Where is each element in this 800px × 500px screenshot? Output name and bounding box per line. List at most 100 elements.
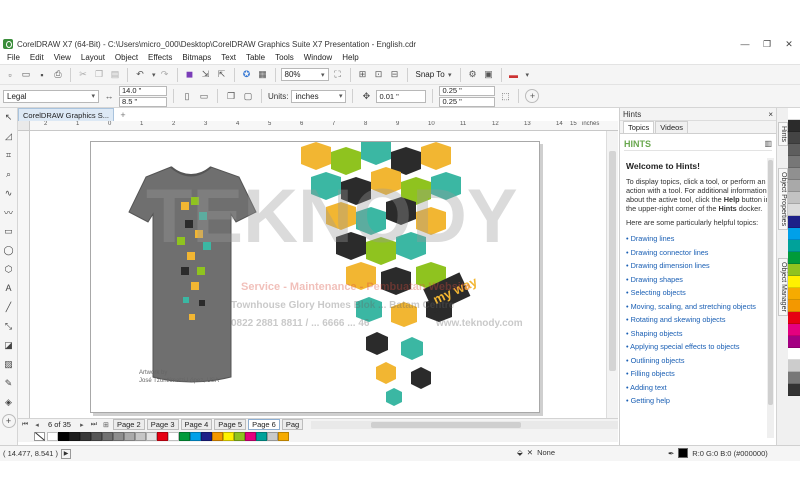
play-icon[interactable]: ▶ — [61, 448, 71, 459]
parallel-dimension-tool-icon[interactable]: ╱ — [2, 300, 16, 314]
import-icon[interactable]: ⇲ — [199, 68, 213, 82]
page-tab[interactable]: Page 5 — [214, 419, 247, 430]
landscape-icon[interactable]: ▭ — [197, 89, 211, 103]
color-swatch[interactable] — [212, 431, 223, 441]
color-swatch[interactable] — [245, 431, 256, 441]
undo-icon[interactable]: ↶ — [133, 68, 147, 82]
paper-size-select[interactable]: Legal ▾ — [3, 89, 99, 103]
docker-scrollbar[interactable] — [767, 158, 774, 438]
paste-icon[interactable]: ▤ — [108, 68, 122, 82]
color-swatch[interactable] — [788, 264, 800, 276]
hint-topic-link[interactable]: • Applying special effects to objects — [626, 340, 770, 354]
copy-icon[interactable]: ❐ — [92, 68, 106, 82]
horizontal-ruler[interactable]: 2 1 0 1 2 3 4 5 6 7 8 9 10 11 12 13 14 1… — [30, 121, 618, 131]
undo-dropdown-icon[interactable]: ▾ — [152, 71, 156, 79]
add-tool-icon[interactable]: + — [1, 414, 16, 428]
color-swatch[interactable] — [124, 431, 135, 441]
hint-topic-link[interactable]: • Outlining objects — [626, 354, 770, 368]
scrollbar-thumb[interactable] — [609, 151, 616, 371]
color-swatch[interactable] — [788, 120, 800, 132]
ruler-origin[interactable] — [18, 121, 30, 131]
show-guidelines-icon[interactable]: ⊟ — [388, 68, 402, 82]
hint-topic-link[interactable]: • Moving, scaling, and stretching object… — [626, 300, 770, 314]
chevron-down-icon[interactable]: ▾ — [526, 71, 530, 79]
color-swatch[interactable] — [234, 431, 245, 441]
color-swatch[interactable] — [168, 431, 179, 441]
current-page-icon[interactable]: ▢ — [241, 89, 255, 103]
options-icon[interactable]: ⚙ — [466, 68, 480, 82]
color-swatch[interactable] — [102, 431, 113, 441]
first-page-icon[interactable]: ⏮ — [20, 421, 30, 429]
side-tab-object-manager[interactable]: Object Manager — [778, 258, 788, 316]
color-swatch[interactable] — [69, 431, 80, 441]
color-swatch[interactable] — [47, 431, 58, 441]
export-icon[interactable]: ⇱ — [215, 68, 229, 82]
tab-videos[interactable]: Videos — [655, 121, 689, 133]
menu-object[interactable]: Object — [110, 53, 143, 62]
all-pages-icon[interactable]: ❐ — [224, 89, 238, 103]
menu-view[interactable]: View — [49, 53, 76, 62]
scrollbar-thumb[interactable] — [371, 421, 522, 428]
color-swatch[interactable] — [788, 348, 800, 360]
print-icon[interactable]: ⎙ — [51, 68, 65, 82]
color-swatch[interactable] — [179, 431, 190, 441]
redo-icon[interactable]: ↷ — [158, 68, 172, 82]
color-swatch[interactable] — [157, 431, 168, 441]
color-swatch[interactable] — [267, 431, 278, 441]
tab-topics[interactable]: Topics — [623, 121, 655, 133]
color-swatch[interactable] — [201, 431, 212, 441]
treat-as-filled-icon[interactable]: ⬚ — [498, 89, 512, 103]
transparency-tool-icon[interactable]: ▨ — [2, 357, 16, 371]
show-grid-icon[interactable]: ⊡ — [372, 68, 386, 82]
color-swatch[interactable] — [788, 228, 800, 240]
portrait-icon[interactable]: ▯ — [180, 89, 194, 103]
color-swatch[interactable] — [788, 168, 800, 180]
snap-to-dropdown[interactable]: Snap To ▾ — [413, 68, 455, 81]
no-color-swatch[interactable] — [34, 431, 45, 441]
menu-file[interactable]: File — [2, 53, 25, 62]
color-swatch[interactable] — [788, 336, 800, 348]
vertical-ruler[interactable] — [18, 131, 30, 418]
next-page-icon[interactable]: ▸ — [77, 421, 87, 429]
hint-topic-link[interactable]: • Getting help — [626, 394, 770, 408]
toolbar-options-icon[interactable]: ▬ — [507, 68, 521, 82]
color-swatch[interactable] — [256, 431, 267, 441]
zoom-tool-icon[interactable]: ⌕ — [2, 167, 16, 181]
color-swatch[interactable] — [788, 360, 800, 372]
freehand-tool-icon[interactable]: ∿ — [2, 186, 16, 200]
search-content-icon[interactable]: ◼ — [183, 68, 197, 82]
document-tab[interactable]: CorelDRAW Graphics S... — [18, 108, 114, 121]
add-page-icon[interactable]: ⊞ — [101, 421, 111, 429]
menu-text[interactable]: Text — [216, 53, 241, 62]
eyedropper-tool-icon[interactable]: ✎ — [2, 376, 16, 390]
hint-topic-link[interactable]: • Filling objects — [626, 367, 770, 381]
page-tab[interactable]: Pag — [281, 419, 304, 430]
color-swatch[interactable] — [788, 240, 800, 252]
cut-icon[interactable]: ✂ — [76, 68, 90, 82]
color-swatch[interactable] — [788, 144, 800, 156]
page-tab[interactable]: Page 4 — [180, 419, 213, 430]
new-tab-icon[interactable]: + — [117, 109, 129, 121]
hint-topic-link[interactable]: • Selecting objects — [626, 286, 770, 300]
docker-close-icon[interactable]: × — [768, 110, 773, 119]
side-tab-object-properties[interactable]: Object Properties — [778, 168, 788, 231]
hint-topic-link[interactable]: • Drawing lines — [626, 232, 770, 246]
horizontal-scrollbar[interactable] — [311, 420, 618, 429]
page-tab-active[interactable]: Page 6 — [248, 419, 280, 430]
color-swatch[interactable] — [58, 431, 69, 441]
duplicate-x-field[interactable]: 0.25 " — [439, 85, 496, 96]
color-swatch[interactable] — [223, 431, 234, 441]
color-swatch[interactable] — [788, 132, 800, 144]
vertical-scrollbar[interactable] — [606, 131, 618, 418]
artistic-media-tool-icon[interactable]: 〰 — [2, 205, 16, 219]
outline-indicator[interactable]: ✒ R:0 G:0 B:0 (#000000) — [668, 448, 768, 458]
hint-topic-link[interactable]: • Drawing shapes — [626, 273, 770, 287]
duplicate-y-field[interactable]: 0.25 " — [439, 96, 496, 107]
color-swatch[interactable] — [80, 431, 91, 441]
welcome-screen-icon[interactable]: ▦ — [256, 68, 270, 82]
maximize-button[interactable]: ❐ — [756, 39, 778, 50]
document-page[interactable]: my way Artwork by José Tzontlimatzi Lópe… — [90, 137, 540, 413]
hint-topic-link[interactable]: • Shaping objects — [626, 327, 770, 341]
color-swatch[interactable] — [135, 431, 146, 441]
page-tab[interactable]: Page 3 — [146, 419, 179, 430]
